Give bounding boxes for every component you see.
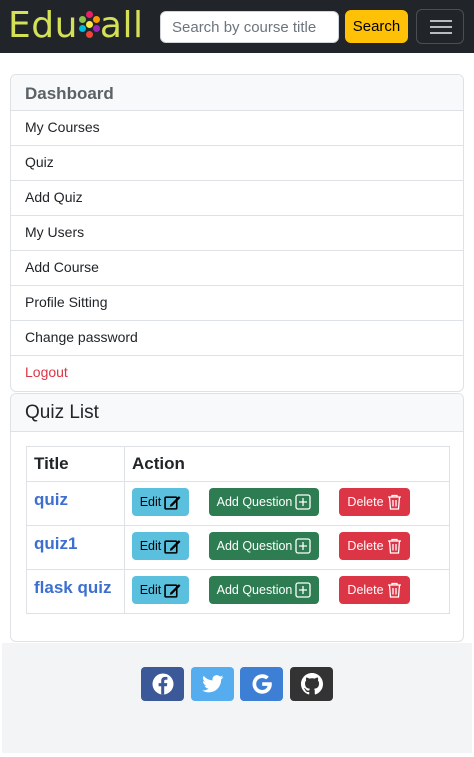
trash-icon	[387, 494, 401, 510]
menu-item-my-users[interactable]: My Users	[11, 216, 463, 251]
edit-label: Edit	[139, 539, 162, 553]
plus-square-icon	[295, 538, 312, 554]
table-row: quiz1 Edit Add Question Delete	[26, 525, 450, 570]
quiz-title-cell: quiz1	[26, 525, 125, 570]
delete-button[interactable]: Delete	[339, 576, 410, 604]
twitter-icon	[201, 675, 223, 693]
table-row: flask quiz Edit Add Question Delete	[26, 569, 450, 614]
column-header-title: Title	[26, 446, 125, 482]
brand-logo[interactable]: Edu all	[8, 6, 144, 46]
facebook-button[interactable]	[141, 667, 184, 701]
table-row: quiz Edit Add Question Delete	[26, 481, 450, 526]
trash-icon	[387, 582, 401, 598]
search-button[interactable]: Search	[345, 10, 408, 43]
quiz-title-link[interactable]: quiz1	[34, 534, 77, 553]
twitter-button[interactable]	[191, 667, 234, 701]
quiz-actions: Edit Add Question Delete	[132, 526, 442, 569]
add-question-label: Add Question	[216, 539, 293, 553]
edit-icon	[164, 495, 181, 510]
menu-item-my-courses[interactable]: My Courses	[11, 111, 463, 146]
quiz-actions-cell: Edit Add Question Delete	[124, 481, 450, 526]
edit-icon	[164, 583, 181, 598]
menu-item-profile-sitting[interactable]: Profile Sitting	[11, 286, 463, 321]
add-question-label: Add Question	[216, 583, 293, 597]
facebook-icon	[152, 673, 173, 695]
dashboard-header: Dashboard	[11, 75, 463, 111]
plus-square-icon	[295, 582, 312, 598]
column-header-action: Action	[124, 446, 450, 482]
delete-button[interactable]: Delete	[339, 532, 410, 560]
plus-square-icon	[295, 494, 312, 510]
menu-item-quiz[interactable]: Quiz	[11, 146, 463, 181]
dashboard-menu: Dashboard My Courses Quiz Add Quiz My Us…	[10, 74, 464, 392]
edit-label: Edit	[139, 583, 162, 597]
table-header-row: Title Action	[26, 446, 450, 482]
quiz-title-link[interactable]: quiz	[34, 490, 68, 509]
add-question-button[interactable]: Add Question	[209, 532, 319, 560]
add-question-label: Add Question	[216, 495, 293, 509]
quiz-actions-cell: Edit Add Question Delete	[124, 569, 450, 614]
navbar: Edu all Search	[0, 0, 474, 53]
menu-item-logout[interactable]: Logout	[11, 356, 463, 391]
logo-text-suffix: all	[99, 5, 144, 46]
hamburger-icon-line	[430, 32, 452, 34]
hamburger-icon	[430, 20, 452, 22]
google-icon	[252, 674, 272, 694]
google-button[interactable]	[240, 667, 283, 701]
delete-label: Delete	[347, 583, 384, 597]
delete-label: Delete	[347, 539, 384, 553]
menu-item-change-password[interactable]: Change password	[11, 321, 463, 356]
logo-dots-icon	[78, 10, 100, 40]
footer	[2, 643, 472, 753]
quiz-list-card: Quiz List Title Action quiz Edit Add Que…	[10, 393, 464, 642]
menu-item-add-quiz[interactable]: Add Quiz	[11, 181, 463, 216]
delete-button[interactable]: Delete	[339, 488, 410, 516]
add-question-button[interactable]: Add Question	[209, 576, 319, 604]
logo-text-prefix: Edu	[8, 5, 78, 46]
delete-label: Delete	[347, 495, 384, 509]
menu-item-add-course[interactable]: Add Course	[11, 251, 463, 286]
quiz-actions-cell: Edit Add Question Delete	[124, 525, 450, 570]
add-question-button[interactable]: Add Question	[209, 488, 319, 516]
menu-toggle-button[interactable]	[416, 9, 464, 44]
edit-button[interactable]: Edit	[132, 576, 189, 604]
edit-icon	[164, 539, 181, 554]
edit-button[interactable]: Edit	[132, 532, 189, 560]
quiz-actions: Edit Add Question Delete	[132, 570, 442, 613]
quiz-actions: Edit Add Question Delete	[132, 482, 442, 525]
search-input[interactable]	[160, 11, 339, 43]
github-button[interactable]	[290, 667, 333, 701]
edit-button[interactable]: Edit	[132, 488, 189, 516]
github-icon	[300, 673, 323, 695]
hamburger-icon-line	[430, 26, 452, 28]
quiz-table: Title Action quiz Edit Add Question Dele…	[26, 446, 450, 614]
quiz-title-link[interactable]: flask quiz	[34, 578, 111, 597]
trash-icon	[387, 538, 401, 554]
quiz-list-title: Quiz List	[11, 394, 463, 432]
quiz-title-cell: quiz	[26, 481, 125, 526]
quiz-title-cell: flask quiz	[26, 569, 125, 614]
edit-label: Edit	[139, 495, 162, 509]
